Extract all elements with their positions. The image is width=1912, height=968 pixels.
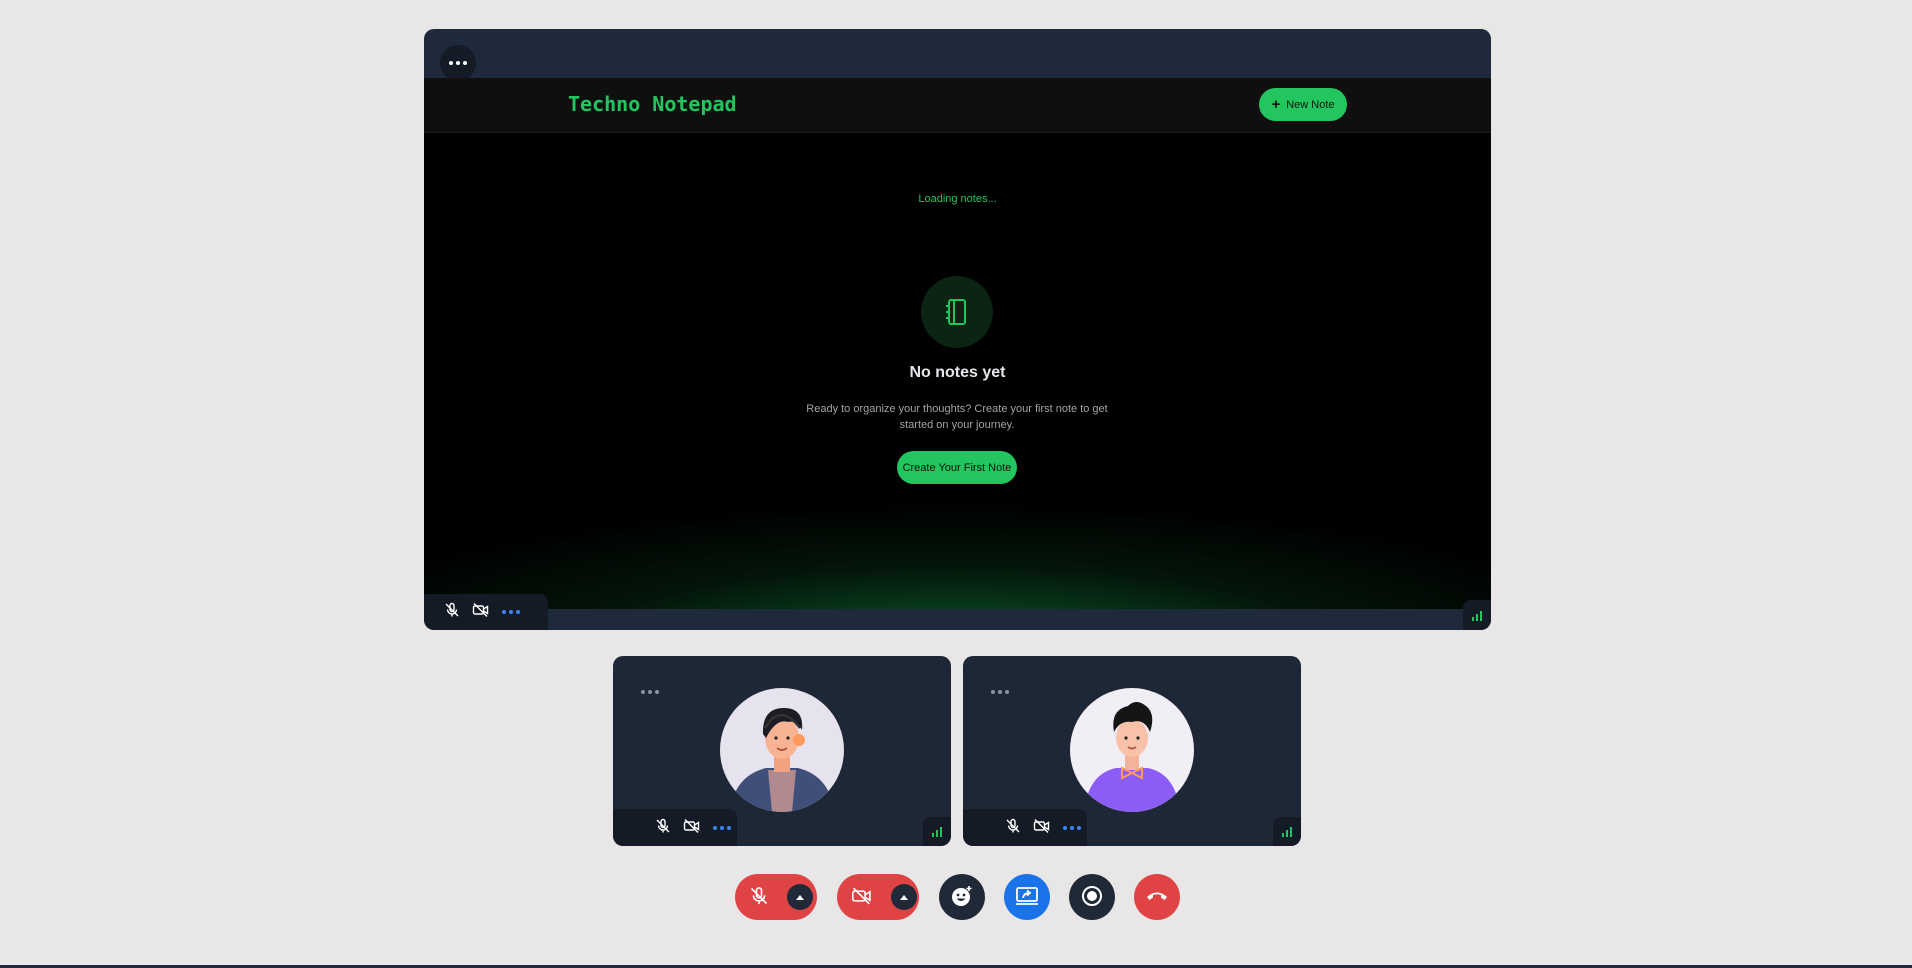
shared-app-view: Techno Notepad + New Note Loading notes.… [424,78,1491,609]
plus-icon: + [1271,96,1281,113]
options-icon[interactable] [1063,825,1081,830]
mic-toggle-button[interactable] [735,874,817,920]
stage-controls [424,594,548,630]
camera-off-icon[interactable] [683,818,701,838]
empty-state-description: Ready to organize your thoughts? Create … [806,403,1108,431]
headset-person-avatar [720,688,844,812]
tile-more-icon[interactable] [641,690,659,694]
loading-text: Loading notes... [918,193,997,205]
emoji-icon [950,884,974,911]
camera-off-icon [851,886,873,909]
camera-off-icon[interactable] [472,602,490,622]
options-icon[interactable] [713,825,731,830]
tile-more-icon[interactable] [991,690,1009,694]
mic-off-icon [749,886,769,909]
record-button[interactable] [1069,874,1115,920]
mic-off-icon[interactable] [444,602,460,622]
empty-state-title: No notes yet [909,364,1006,381]
mic-off-icon[interactable] [1005,818,1021,838]
participant-tile [613,656,951,846]
leave-call-button[interactable] [1134,874,1180,920]
new-note-label: New Note [1286,98,1335,111]
notebook-icon [921,276,993,348]
participant-tile [963,656,1301,846]
signal-icon [1463,600,1491,630]
app-title: Techno Notepad [568,92,737,116]
tile-controls [613,809,737,846]
camera-off-icon[interactable] [1033,818,1051,838]
camera-toggle-button[interactable] [837,874,919,920]
options-icon[interactable] [502,610,520,614]
mic-off-icon[interactable] [655,818,671,838]
screen-share-icon [1015,885,1039,910]
tile-controls [963,809,1087,846]
create-first-note-button[interactable]: Create Your First Note [897,451,1017,484]
app-body: Loading notes... No notes yet Ready to o… [424,133,1491,609]
hang-up-icon [1145,889,1169,906]
call-toolbar [0,874,1912,920]
camera-options-caret-icon[interactable] [891,884,917,910]
new-note-button[interactable]: + New Note [1259,88,1347,121]
signal-icon [923,817,951,846]
reactions-button[interactable] [939,874,985,920]
more-icon [449,61,467,65]
bowtie-person-avatar [1070,688,1194,812]
stage-more-button[interactable] [440,45,476,81]
signal-icon [1273,817,1301,846]
mic-options-caret-icon[interactable] [787,884,813,910]
shared-screen-stage: Techno Notepad + New Note Loading notes.… [424,29,1491,630]
app-header: Techno Notepad + New Note [424,78,1491,133]
record-icon [1081,885,1103,910]
share-screen-button[interactable] [1004,874,1050,920]
